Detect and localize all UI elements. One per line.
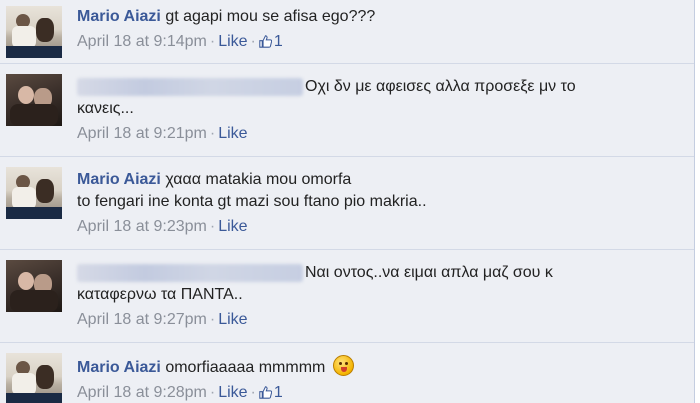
thumbs-up-icon[interactable] <box>259 386 272 399</box>
comment-text: καταφερνω τα ΠΑΝΤΑ.. <box>77 286 243 303</box>
like-link[interactable]: Like <box>218 33 247 50</box>
comment-author-link[interactable]: Mario Aiazi <box>77 359 161 376</box>
comment-item: Οχι δν με αφεισες αλλα προσεξε μν το καν… <box>0 64 694 157</box>
comment-author-link[interactable]: Mario Aiazi <box>77 8 161 25</box>
comment-item: Ναι οντος..να ειμαι απλα μαζ σου κ καταφ… <box>0 250 694 343</box>
comment-text: to fengari ine konta gt mazi sou ftano p… <box>77 193 427 210</box>
separator-dot: · <box>209 384 216 401</box>
comment-item: Mario Aiazi gt agapi mou se afisa ego???… <box>0 0 694 64</box>
smiley-icon <box>332 355 354 376</box>
separator-dot: · <box>209 311 216 328</box>
comment-meta: April 18 at 9:21pm · Like <box>77 124 684 144</box>
comment-timestamp[interactable]: April 18 at 9:27pm <box>77 311 207 328</box>
separator-dot: · <box>209 218 216 235</box>
comment-body: Ναι οντος..να ειμαι απλα μαζ σου κ καταφ… <box>77 262 684 330</box>
like-link[interactable]: Like <box>218 311 247 328</box>
separator-dot: · <box>209 33 216 50</box>
comment-meta: April 18 at 9:23pm · Like <box>77 217 684 237</box>
blurred-author-name[interactable] <box>77 263 303 282</box>
like-count[interactable]: 1 <box>274 33 283 50</box>
comment-timestamp[interactable]: April 18 at 9:21pm <box>77 125 207 142</box>
comment-text: Ναι οντος..να ειμαι απλα μαζ σου κ <box>305 264 553 281</box>
like-count[interactable]: 1 <box>274 384 283 401</box>
comment-thread: Mario Aiazi gt agapi mou se afisa ego???… <box>0 0 695 403</box>
comment-text: gt agapi mou se afisa ego??? <box>165 8 376 25</box>
comment-item: Mario Aiazi omorfiaaaaa mmmmm April 18 a… <box>0 343 694 403</box>
like-link[interactable]: Like <box>218 125 247 142</box>
comment-meta: April 18 at 9:28pm · Like · 1 <box>77 383 684 403</box>
separator-dot: · <box>250 384 256 401</box>
like-link[interactable]: Like <box>218 384 247 401</box>
avatar[interactable] <box>6 353 62 403</box>
comment-text: omorfiaaaaa mmmmm <box>165 359 326 376</box>
comment-body: Οχι δν με αφεισες αλλα προσεξε μν το καν… <box>77 76 684 144</box>
comment-timestamp[interactable]: April 18 at 9:28pm <box>77 384 207 401</box>
thumbs-up-icon[interactable] <box>259 35 272 48</box>
avatar[interactable] <box>6 260 62 312</box>
comment-text: Οχι δν με αφεισες αλλα προσεξε μν το <box>305 78 576 95</box>
like-link[interactable]: Like <box>218 218 247 235</box>
avatar[interactable] <box>6 167 62 219</box>
comment-item: Mario Aiazi χααα matakia mou omorfa to f… <box>0 157 694 250</box>
blurred-author-name[interactable] <box>77 77 303 96</box>
avatar[interactable] <box>6 6 62 58</box>
comment-meta: April 18 at 9:27pm · Like <box>77 310 684 330</box>
comment-body: Mario Aiazi χααα matakia mou omorfa to f… <box>77 169 684 237</box>
avatar[interactable] <box>6 74 62 126</box>
separator-dot: · <box>250 33 256 50</box>
comment-timestamp[interactable]: April 18 at 9:14pm <box>77 33 207 50</box>
comment-timestamp[interactable]: April 18 at 9:23pm <box>77 218 207 235</box>
comment-author-link[interactable]: Mario Aiazi <box>77 171 161 188</box>
comment-body: Mario Aiazi omorfiaaaaa mmmmm April 18 a… <box>77 355 684 403</box>
comment-meta: April 18 at 9:14pm · Like · 1 <box>77 32 684 52</box>
comment-body: Mario Aiazi gt agapi mou se afisa ego???… <box>77 6 684 52</box>
separator-dot: · <box>209 125 216 142</box>
comment-text: χααα matakia mou omorfa <box>165 171 352 188</box>
comment-text: κανεις... <box>77 100 134 117</box>
